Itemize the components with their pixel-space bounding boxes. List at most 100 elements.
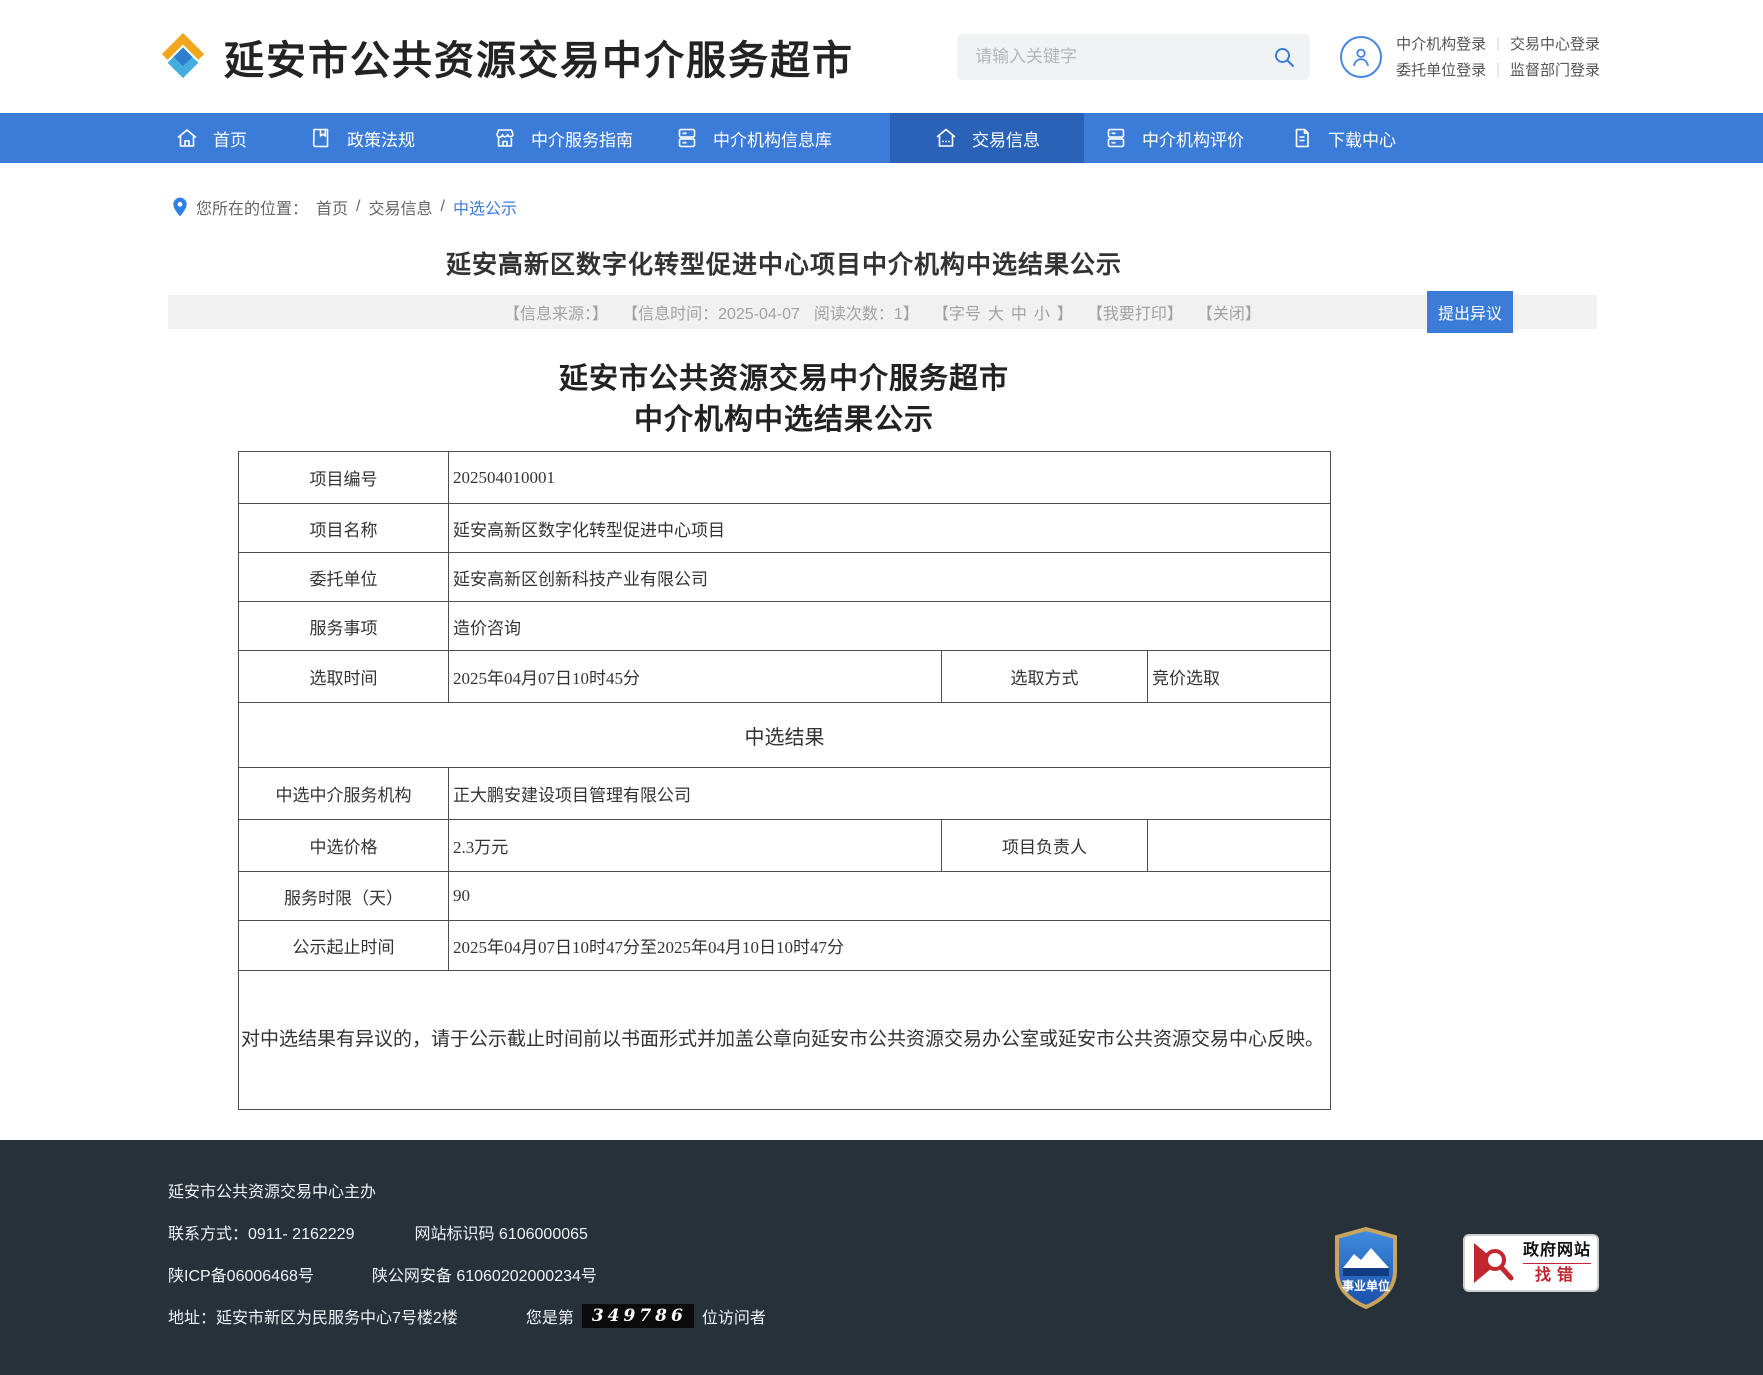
nav-item-agency-evaluation[interactable]: 中介机构评价 [1104,113,1244,163]
footer-contact: 联系方式：0911- 2162229 [168,1220,354,1244]
nav-label: 政策法规 [347,126,415,151]
meta-source: 【信息来源：】 [504,300,608,324]
table-row-service: 服务事项 造价咨询 [239,602,1331,651]
user-icon [1348,44,1374,70]
breadcrumb-prefix: 您所在的位置： [196,195,308,219]
select-method-value: 竞价选取 [1148,651,1331,703]
publicity-value: 2025年04月07日10时47分至2025年04月10日10时47分 [449,921,1331,971]
table-row-note: 对中选结果有异议的，请于公示截止时间前以书面形式并加盖公章向延安市公共资源交易办… [239,971,1331,1110]
search-icon[interactable] [1272,45,1296,69]
login-divider: | [1496,35,1500,52]
visitor-prefix: 您是第 [526,1304,574,1328]
evaluation-cabinet-icon [1104,126,1128,150]
article-meta-bar: 【信息来源：】 【信息时间：2025-04-07 阅读次数：1】 【字号 大 中… [168,295,1597,329]
section-title: 中选结果 [239,703,1331,768]
footer-address-line: 地址：延安市新区为民服务中心7号楼2楼 您是第 349786 位访问者 [168,1308,1763,1324]
table-row-winner: 中选中介服务机构 正大鹏安建设项目管理有限公司 [239,768,1331,820]
find-error-line2: 找错 [1535,1268,1579,1284]
login-link-client[interactable]: 委托单位登录 [1396,59,1486,80]
nav-item-trade-info[interactable]: 交易信息 [890,113,1084,163]
site-header: 延安市公共资源交易中介服务超市 中介机构登录 | 交易中心登录 委托单位登录 |… [0,0,1763,113]
main-nav: 首页 政策法规 中介服务指南 中介机构信息库 交易信息 [0,113,1763,163]
site-footer: 延安市公共资源交易中心主办 联系方式：0911- 2162229 网站标识码 6… [0,1140,1763,1375]
policy-book-icon [309,126,333,150]
manager-value [1148,820,1331,872]
find-error-line1: 政府网站 [1523,1243,1591,1264]
table-row-select-time: 选取时间 2025年04月07日10时45分 选取方式 竞价选取 [239,651,1331,703]
home-icon [175,126,199,150]
avatar[interactable] [1340,36,1382,78]
login-row: 中介机构登录 | 交易中心登录 [1396,33,1600,54]
search-input[interactable] [975,47,1272,67]
client-label: 委托单位 [239,553,449,602]
font-size-medium-button[interactable]: 中 [1011,300,1027,324]
document-body: 延安市公共资源交易中介服务超市 中介机构中选结果公示 项目编号 20250401… [168,359,1400,1110]
visitor-suffix: 位访问者 [702,1304,766,1328]
close-button[interactable]: 【关闭】 [1197,300,1261,324]
project-name-label: 项目名称 [239,504,449,553]
objection-note: 对中选结果有异议的，请于公示截止时间前以书面形式并加盖公章向延安市公共资源交易办… [239,971,1331,1110]
breadcrumb-home[interactable]: 首页 [316,195,348,219]
price-label: 中选价格 [239,820,449,872]
page-title: 延安高新区数字化转型促进中心项目中介机构中选结果公示 [168,245,1400,281]
nav-label: 中介机构评价 [1142,126,1244,151]
footer-site-code: 网站标识码 6106000065 [414,1220,587,1244]
gov-site-find-error-badge[interactable]: 政府网站 找错 [1463,1234,1599,1292]
doc-heading-line1: 延安市公共资源交易中介服务超市 [168,359,1400,400]
document-icon [1290,126,1314,150]
publicity-label: 公示起止时间 [239,921,449,971]
nav-label: 下载中心 [1328,126,1396,151]
project-no-label: 项目编号 [239,452,449,504]
breadcrumb-separator: / [356,198,360,216]
font-size-small-button[interactable]: 小 [1034,300,1050,324]
table-row-client: 委托单位 延安高新区创新科技产业有限公司 [239,553,1331,602]
public-institution-badge[interactable]: 事业单位 [1332,1226,1400,1315]
logo-group: 延安市公共资源交易中介服务超市 [158,28,854,86]
nav-label: 交易信息 [972,126,1040,151]
footer-police-record: 陕公网安备 61060202000234号 [372,1262,597,1286]
meta-read-count: 阅读次数：1】 [814,300,919,324]
duration-label: 服务时限（天） [239,872,449,921]
location-pin-icon [172,197,188,217]
article: 延安高新区数字化转型促进中心项目中介机构中选结果公示 [168,245,1400,281]
login-link-trade-center[interactable]: 交易中心登录 [1510,33,1600,54]
breadcrumb-trade-info[interactable]: 交易信息 [368,195,432,219]
nav-item-policy[interactable]: 政策法规 [309,113,415,163]
table-row-project-no: 项目编号 202504010001 [239,452,1331,504]
nav-item-download-center[interactable]: 下载中心 [1290,113,1396,163]
shield-badge-label: 事业单位 [1342,1278,1390,1293]
table-row-section: 中选结果 [239,703,1331,768]
nav-item-home[interactable]: 首页 [175,113,247,163]
find-error-magnifier-icon [1471,1240,1517,1286]
find-error-text: 政府网站 找错 [1523,1243,1591,1284]
trade-house-icon [934,126,958,150]
duration-value: 90 [449,872,1331,921]
nav-item-service-guide[interactable]: 中介服务指南 [493,113,633,163]
font-size-large-button[interactable]: 大 [988,300,1004,324]
breadcrumb-separator: / [441,198,445,216]
nav-item-agency-library[interactable]: 中介机构信息库 [675,113,832,163]
footer-address: 地址：延安市新区为民服务中心7号楼2楼 [168,1304,458,1328]
select-time-value: 2025年04月07日10时45分 [449,651,942,703]
nav-label: 首页 [213,126,247,151]
service-label: 服务事项 [239,602,449,651]
project-no-value: 202504010001 [449,452,1331,504]
result-table: 项目编号 202504010001 项目名称 延安高新区数字化转型促进中心项目 … [238,451,1331,1110]
winner-value: 正大鹏安建设项目管理有限公司 [449,768,1331,820]
print-button[interactable]: 【我要打印】 [1087,300,1183,324]
login-divider: | [1496,61,1500,78]
login-link-agency[interactable]: 中介机构登录 [1396,33,1486,54]
project-name-value: 延安高新区数字化转型促进中心项目 [449,504,1331,553]
raise-objection-button[interactable]: 提出异议 [1427,291,1513,333]
price-value: 2.3万元 [449,820,942,872]
header-right: 中介机构登录 | 交易中心登录 委托单位登录 | 监督部门登录 [957,33,1600,80]
login-link-supervisor[interactable]: 监督部门登录 [1510,59,1600,80]
site-title: 延安市公共资源交易中介服务超市 [224,28,854,86]
select-method-label: 选取方式 [942,651,1148,703]
breadcrumb: 您所在的位置： 首页 / 交易信息 / 中选公示 [172,163,1763,219]
service-value: 造价咨询 [449,602,1331,651]
content-area: 您所在的位置： 首页 / 交易信息 / 中选公示 延安高新区数字化转型促进中心项… [0,163,1763,1140]
breadcrumb-current[interactable]: 中选公示 [453,195,517,219]
cabinet-icon [675,126,699,150]
doc-heading-line2: 中介机构中选结果公示 [168,400,1400,441]
